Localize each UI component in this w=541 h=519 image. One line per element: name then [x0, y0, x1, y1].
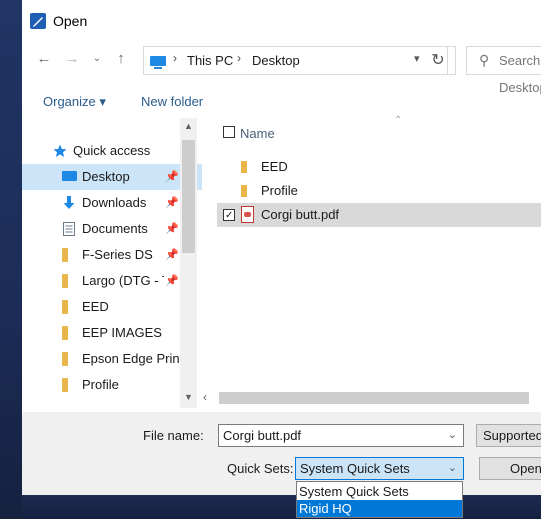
star-icon — [53, 144, 67, 157]
nav-item-label: Desktop — [82, 169, 130, 184]
file-row-eed[interactable]: EED — [217, 155, 541, 179]
folder-icon — [62, 326, 68, 340]
address-bar[interactable]: › This PC › Desktop ▾ — [143, 46, 448, 75]
file-row-corgi-butt-pdf[interactable]: ✓ Corgi butt.pdf — [217, 203, 541, 227]
quick-sets-label: Quick Sets: — [227, 461, 294, 476]
file-type-value: Supported Files — [483, 428, 541, 443]
chevron-down-icon[interactable]: ⌄ — [448, 458, 457, 479]
organize-button[interactable]: Organize ▾ — [43, 94, 106, 110]
quick-sets-select[interactable]: System Quick Sets ⌄ — [295, 457, 464, 480]
chevron-down-icon[interactable]: ⌄ — [448, 425, 457, 446]
nav-item-label: Documents — [82, 221, 148, 236]
file-list-hscrollbar[interactable]: ‹ — [199, 388, 541, 408]
documents-icon — [63, 222, 75, 236]
scroll-up-icon[interactable]: ▲ — [180, 121, 197, 131]
folder-icon — [62, 352, 68, 366]
pin-icon[interactable]: 📌 — [165, 216, 179, 242]
desktop-background — [0, 0, 22, 519]
refresh-icon: ↻ — [431, 52, 445, 69]
pin-icon[interactable]: 📌 — [165, 164, 179, 190]
folder-icon — [241, 161, 247, 173]
pdf-icon — [241, 206, 254, 223]
this-pc-icon — [150, 56, 166, 69]
quick-sets-dropdown-list: System Quick Sets Rigid HQ — [296, 481, 463, 518]
nav-item-largo[interactable]: Largo (DTG - T 📌 — [22, 268, 202, 294]
search-input[interactable]: ⚲ Search Desktop — [466, 46, 541, 95]
scroll-left-icon[interactable]: ‹ — [203, 390, 207, 404]
file-type-select[interactable]: Supported Files — [476, 424, 541, 447]
up-arrow-icon[interactable]: ↑ — [110, 48, 132, 70]
sort-ascending-icon: ⌃ — [394, 115, 403, 126]
navigation-bar: ← → ⌄ ↑ › This PC › Desktop ▾ ↻ ⚲ Search… — [22, 40, 541, 95]
column-header: Name ⌃ — [217, 115, 541, 148]
download-icon — [63, 196, 75, 209]
nav-item-epson-edge-print[interactable]: Epson Edge Print — [22, 346, 202, 372]
title-bar[interactable]: Open — [22, 0, 541, 40]
window-title: Open — [53, 13, 88, 29]
nav-item-eep-images[interactable]: EEP IMAGES — [22, 320, 202, 346]
nav-item-downloads[interactable]: Downloads 📌 — [22, 190, 202, 216]
file-name-input[interactable]: Corgi butt.pdf ⌄ — [218, 424, 464, 447]
file-name-label: File name: — [143, 428, 204, 443]
nav-item-eed[interactable]: EED — [22, 294, 202, 320]
breadcrumb-chevron-icon[interactable]: › — [237, 51, 241, 65]
file-name: Profile — [261, 183, 298, 198]
pin-icon[interactable]: 📌 — [165, 242, 179, 268]
dropdown-option-highlighted[interactable]: Rigid HQ — [297, 500, 462, 517]
file-name: Corgi butt.pdf — [261, 207, 340, 222]
scrollbar-thumb[interactable] — [182, 140, 195, 253]
desktop-icon — [62, 171, 77, 181]
nav-item-label: EED — [82, 299, 109, 314]
search-icon: ⚲ — [479, 52, 490, 68]
hscrollbar-thumb[interactable] — [219, 392, 529, 404]
nav-item-label: Largo (DTG - T — [82, 273, 164, 288]
nav-item-profile[interactable]: Profile — [22, 372, 202, 398]
forward-arrow-icon[interactable]: → — [61, 48, 83, 70]
file-list: Name ⌃ EED Profile ✓ Corgi butt.pdf — [217, 115, 541, 388]
nav-item-quick-access[interactable]: Quick access — [22, 138, 202, 164]
folder-icon — [62, 378, 68, 392]
scroll-down-icon[interactable]: ▼ — [180, 392, 197, 402]
dropdown-option[interactable]: System Quick Sets — [297, 483, 462, 500]
breadcrumb-desktop[interactable]: Desktop — [252, 53, 300, 68]
file-row-profile[interactable]: Profile — [217, 179, 541, 203]
recent-locations-chevron-icon[interactable]: ⌄ — [86, 48, 108, 70]
folder-icon — [62, 300, 68, 314]
folder-icon — [241, 185, 247, 197]
desktop-background-bottom — [22, 495, 541, 519]
command-bar: Organize ▾ New folder — [22, 88, 541, 116]
file-name-value: Corgi butt.pdf — [223, 428, 302, 443]
open-button-label: Open — [510, 461, 541, 476]
dialog-footer: File name: Corgi butt.pdf ⌄ Supported Fi… — [22, 412, 541, 495]
nav-item-desktop[interactable]: Desktop 📌 — [22, 164, 202, 190]
refresh-button[interactable]: ↻ — [421, 46, 456, 75]
nav-item-label: Epson Edge Print — [82, 351, 180, 366]
nav-item-documents[interactable]: Documents 📌 — [22, 216, 202, 242]
quick-sets-value: System Quick Sets — [300, 461, 410, 476]
address-dropdown-icon[interactable]: ▾ — [414, 52, 420, 65]
back-arrow-icon[interactable]: ← — [33, 48, 55, 70]
pin-icon[interactable]: 📌 — [165, 190, 179, 216]
nav-item-label: F-Series DS — [82, 247, 153, 262]
open-button[interactable]: Open — [479, 457, 541, 480]
nav-item-f-series-ds[interactable]: F-Series DS 📌 — [22, 242, 202, 268]
pin-icon[interactable]: 📌 — [165, 268, 179, 294]
breadcrumb-this-pc[interactable]: This PC — [187, 53, 233, 68]
folder-icon — [62, 248, 68, 262]
nav-item-label: EEP IMAGES — [82, 325, 162, 340]
app-icon — [30, 13, 46, 29]
column-header-name[interactable]: Name — [240, 126, 275, 141]
new-folder-button[interactable]: New folder — [141, 94, 203, 109]
row-checkbox[interactable]: ✓ — [223, 209, 235, 221]
nav-item-label: Downloads — [82, 195, 147, 210]
checkmark-icon: ✓ — [225, 210, 234, 221]
nav-item-label: Quick access — [73, 143, 151, 158]
breadcrumb-chevron-icon[interactable]: › — [173, 51, 177, 65]
select-all-checkbox[interactable] — [223, 126, 235, 138]
folder-icon — [62, 274, 68, 288]
file-name: EED — [261, 159, 288, 174]
open-dialog: Open ← → ⌄ ↑ › This PC › Desktop ▾ ↻ ⚲ S… — [22, 0, 541, 495]
nav-item-label: Profile — [82, 377, 119, 392]
nav-pane-scrollbar[interactable]: ▲ ▼ — [180, 118, 197, 408]
